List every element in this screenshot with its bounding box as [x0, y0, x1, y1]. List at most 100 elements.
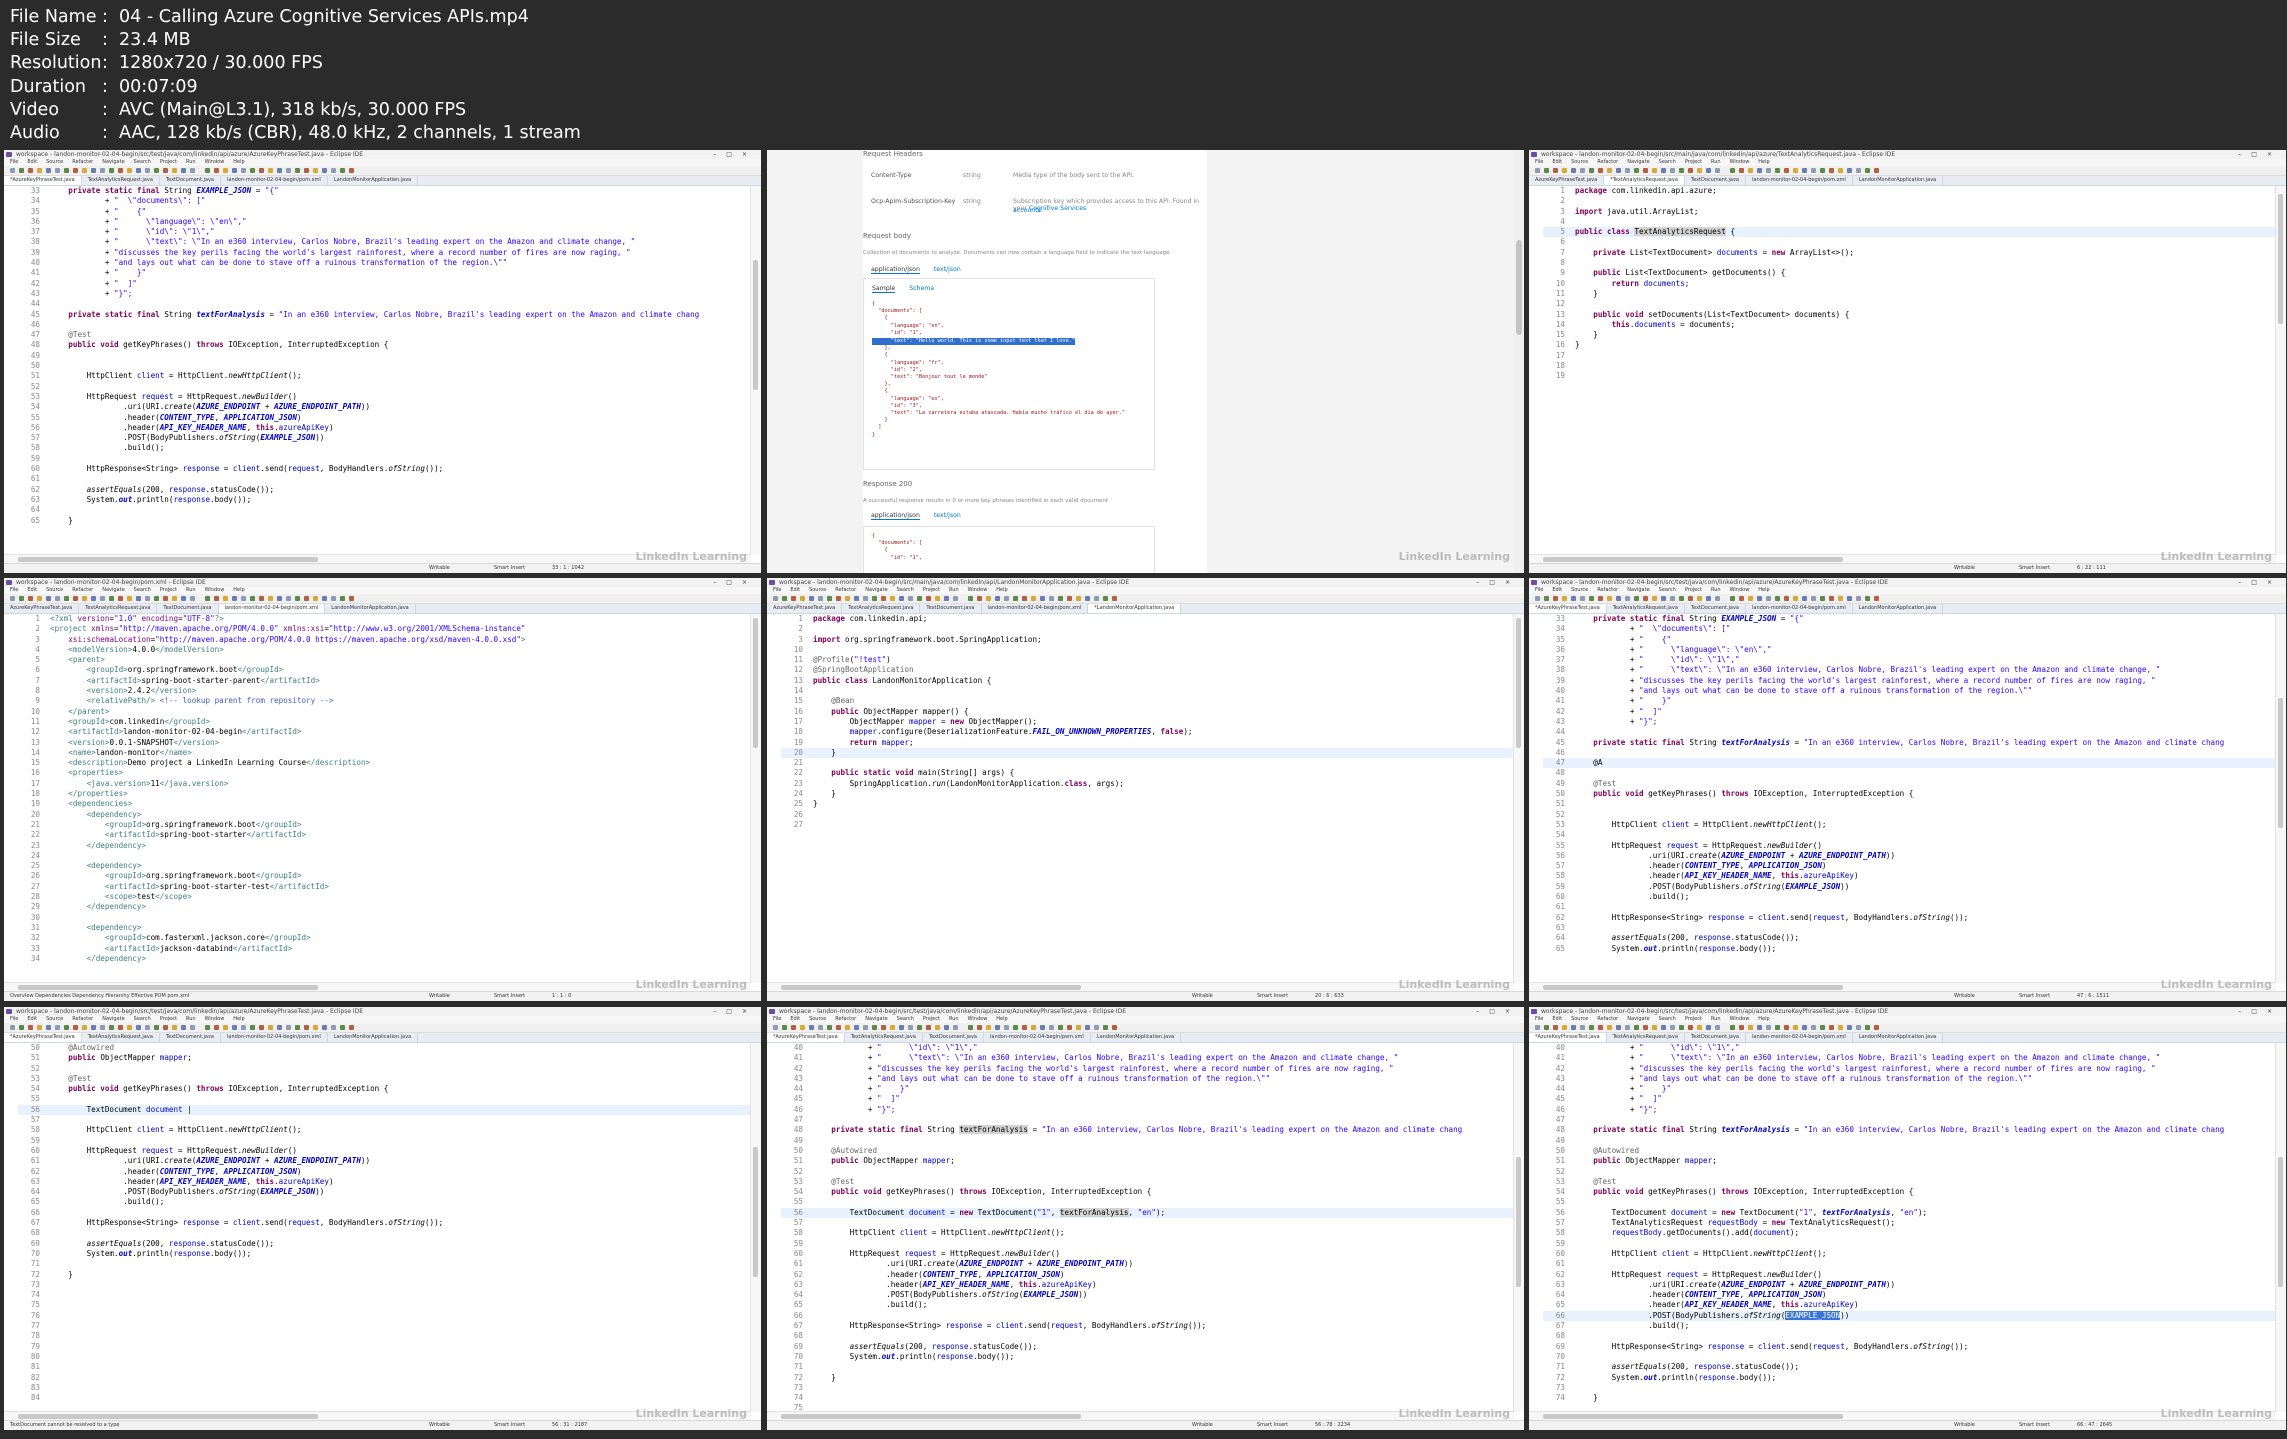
menu-file[interactable]: File [10, 159, 18, 165]
toolbar-icon[interactable] [791, 1025, 796, 1030]
toolbar-icon[interactable] [1766, 168, 1771, 173]
toolbar-icon[interactable] [1856, 168, 1861, 173]
toolbar-icon[interactable] [1625, 1025, 1630, 1030]
menu-run[interactable]: Run [186, 1016, 196, 1022]
toolbar-icon[interactable] [37, 168, 42, 173]
vertical-scrollbar[interactable] [750, 1043, 761, 1412]
toolbar-icon[interactable] [205, 168, 210, 173]
editor-tab[interactable]: landon-monitor-02-04-begin/pom.xml [982, 604, 1089, 613]
editor-tab[interactable]: landon-monitor-02-04-begin/pom.xml [1746, 604, 1853, 613]
toolbar-icon[interactable] [1544, 1025, 1549, 1030]
menu-window[interactable]: Window [1730, 159, 1750, 165]
toolbar-icon[interactable] [1847, 596, 1852, 601]
toolbar-icon[interactable] [1004, 1025, 1009, 1030]
toolbar-icon[interactable] [1766, 596, 1771, 601]
menu-navigate[interactable]: Navigate [865, 587, 887, 593]
toolbar-icon[interactable] [1706, 596, 1711, 601]
editor-tab[interactable]: TextDocument.java [157, 604, 219, 613]
toolbar-icon[interactable] [1802, 1025, 1807, 1030]
toolbar-icon[interactable] [268, 168, 273, 173]
toolbar-icon[interactable] [331, 168, 336, 173]
editor-tab[interactable]: AzureKeyPhraseTest.java [1529, 176, 1605, 185]
sample-tab[interactable]: Schema [909, 285, 934, 292]
toolbar-icon[interactable] [935, 596, 940, 601]
menu-run[interactable]: Run [949, 587, 959, 593]
toolbar-icon[interactable] [1607, 1025, 1612, 1030]
scrollbar-thumb[interactable] [1543, 557, 1843, 562]
editor-tab[interactable]: landon-monitor-02-04-begin/pom.xml [1746, 176, 1853, 185]
toolbar-icon[interactable] [1112, 1025, 1117, 1030]
vertical-scrollbar[interactable] [2275, 1043, 2286, 1412]
toolbar-icon[interactable] [1616, 168, 1621, 173]
editor-tab[interactable]: TextAnalyticsRequest.java [1607, 1033, 1685, 1042]
toolbar-icon[interactable] [1679, 1025, 1684, 1030]
editor-tab[interactable]: *AzureKeyPhraseTest.java [1529, 1033, 1607, 1042]
toolbar-icon[interactable] [1103, 1025, 1108, 1030]
toolbar-icon[interactable] [1553, 1025, 1558, 1030]
toolbar-icon[interactable] [881, 1025, 886, 1030]
toolbar-icon[interactable] [845, 596, 850, 601]
window-controls[interactable]: –□× [713, 1007, 757, 1016]
toolbar-icon[interactable] [1784, 1025, 1789, 1030]
menu-edit[interactable]: Edit [1552, 1016, 1562, 1022]
toolbar-icon[interactable] [10, 168, 15, 173]
toolbar-icon[interactable] [181, 596, 186, 601]
toolbar-icon[interactable] [1775, 168, 1780, 173]
toolbar-icon[interactable] [1634, 1025, 1639, 1030]
code-editor[interactable]: 33 private static final String EXAMPLE_J… [1529, 614, 2276, 983]
toolbar-icon[interactable] [953, 1025, 958, 1030]
menu-edit[interactable]: Edit [27, 587, 37, 593]
toolbar-icon[interactable] [1739, 1025, 1744, 1030]
menu-navigate[interactable]: Navigate [102, 587, 124, 593]
toolbar-icon[interactable] [800, 596, 805, 601]
toolbar-icon[interactable] [340, 1025, 345, 1030]
toolbar-icon[interactable] [1598, 1025, 1603, 1030]
toolbar-icon[interactable] [836, 596, 841, 601]
toolbar-icon[interactable] [214, 1025, 219, 1030]
toolbar-icon[interactable] [1748, 168, 1753, 173]
menu-refactor[interactable]: Refactor [835, 587, 856, 593]
menu-search[interactable]: Search [1659, 587, 1676, 593]
toolbar-icon[interactable] [1748, 596, 1753, 601]
toolbar-icon[interactable] [995, 1025, 1000, 1030]
editor-tab[interactable]: TextAnalyticsRequest.java [842, 604, 921, 613]
toolbar-icon[interactable] [1715, 1025, 1720, 1030]
toolbar-icon[interactable] [172, 596, 177, 601]
vertical-scrollbar[interactable] [1513, 1043, 1524, 1412]
editor-tab[interactable]: landon-monitor-02-04-begin/pom.xml [221, 1033, 328, 1042]
window-controls[interactable]: –□× [1476, 1007, 1520, 1016]
window-controls[interactable]: –□× [2238, 1007, 2282, 1016]
toolbar-icon[interactable] [1784, 168, 1789, 173]
toolbar-icon[interactable] [1553, 168, 1558, 173]
editor-tab[interactable]: TextAnalyticsRequest.java [1607, 604, 1685, 613]
editor-tab[interactable]: LandonMonitorApplication.java [328, 176, 419, 185]
toolbar-icon[interactable] [127, 1025, 132, 1030]
toolbar-icon[interactable] [1793, 1025, 1798, 1030]
toolbar-icon[interactable] [1820, 168, 1825, 173]
toolbar-icon[interactable] [1784, 596, 1789, 601]
toolbar-icon[interactable] [1874, 1025, 1879, 1030]
menu-file[interactable]: File [1535, 159, 1543, 165]
toolbar-icon[interactable] [1562, 596, 1567, 601]
editor-tab[interactable]: *AzureKeyPhraseTest.java [4, 176, 82, 185]
toolbar-icon[interactable] [863, 1025, 868, 1030]
editor-tab[interactable]: LandonMonitorApplication.java [325, 604, 416, 613]
toolbar-icon[interactable] [145, 1025, 150, 1030]
toolbar-icon[interactable] [64, 1025, 69, 1030]
toolbar-icon[interactable] [73, 168, 78, 173]
toolbar-icon[interactable] [190, 168, 195, 173]
menu-project[interactable]: Project [923, 1016, 940, 1022]
editor-tab[interactable]: TextAnalyticsRequest.java [79, 604, 158, 613]
toolbar-icon[interactable] [349, 168, 354, 173]
toolbar-icon[interactable] [28, 1025, 33, 1030]
menu-refactor[interactable]: Refactor [72, 159, 93, 165]
editor-tab[interactable]: TextAnalyticsRequest.java [845, 1033, 923, 1042]
toolbar-icon[interactable] [286, 596, 291, 601]
toolbar-icon[interactable] [845, 1025, 850, 1030]
toolbar-icon[interactable] [331, 1025, 336, 1030]
toolbar-icon[interactable] [1688, 1025, 1693, 1030]
toolbar-icon[interactable] [1616, 1025, 1621, 1030]
toolbar-icon[interactable] [1598, 596, 1603, 601]
sample-tab[interactable]: Sample [872, 285, 896, 293]
menu-run[interactable]: Run [1711, 587, 1721, 593]
